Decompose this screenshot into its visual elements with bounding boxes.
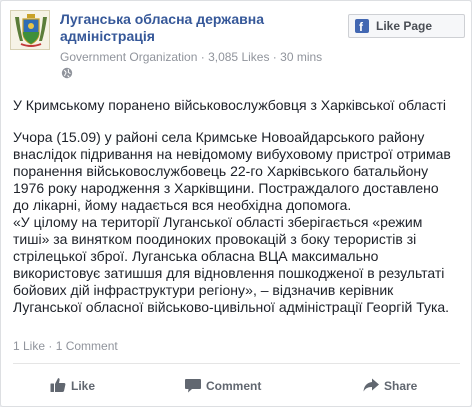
meta-separator: · (269, 50, 281, 64)
divider (13, 363, 460, 364)
share-label: Share (384, 379, 418, 393)
comments-count[interactable]: 1 Comment (56, 339, 118, 353)
share-arrow-icon (363, 378, 379, 392)
post-headline: У Кримському поранено військовослужбовця… (13, 97, 446, 113)
post-timestamp[interactable]: 30 mins (280, 50, 322, 64)
counts-separator: · (45, 339, 56, 353)
reaction-counts: 1 Like · 1 Comment (13, 339, 118, 353)
facebook-f-icon: f (355, 19, 369, 34)
post-header: Луганська обласна державна адміністрація… (10, 10, 465, 82)
action-bar: Like Comment Share (1, 365, 471, 405)
page-name-link[interactable]: Луганська обласна державна адміністрація (60, 11, 330, 45)
likes-count[interactable]: 1 Like (13, 339, 45, 353)
post-meta: Government Organization · 3,085 Likes · … (60, 50, 322, 64)
post-card: Луганська обласна державна адміністрація… (0, 0, 472, 407)
globe-icon (61, 67, 73, 79)
coat-of-arms-icon (11, 11, 49, 49)
page-avatar[interactable] (10, 10, 50, 50)
like-page-button[interactable]: f Like Page (348, 14, 465, 38)
page-likes-count: 3,085 Likes (208, 50, 270, 64)
post-message: У Кримському поранено військовослужбовця… (13, 97, 463, 316)
thumbs-up-icon (50, 378, 66, 392)
like-label: Like (71, 379, 96, 393)
comment-bubble-icon (185, 379, 201, 393)
post-body: Учора (15.09) у районі села Кримське Нов… (13, 129, 451, 315)
meta-separator: · (197, 50, 209, 64)
like-page-label: Like Page (376, 19, 433, 33)
page-category: Government Organization (60, 50, 198, 64)
comment-label: Comment (206, 379, 262, 393)
